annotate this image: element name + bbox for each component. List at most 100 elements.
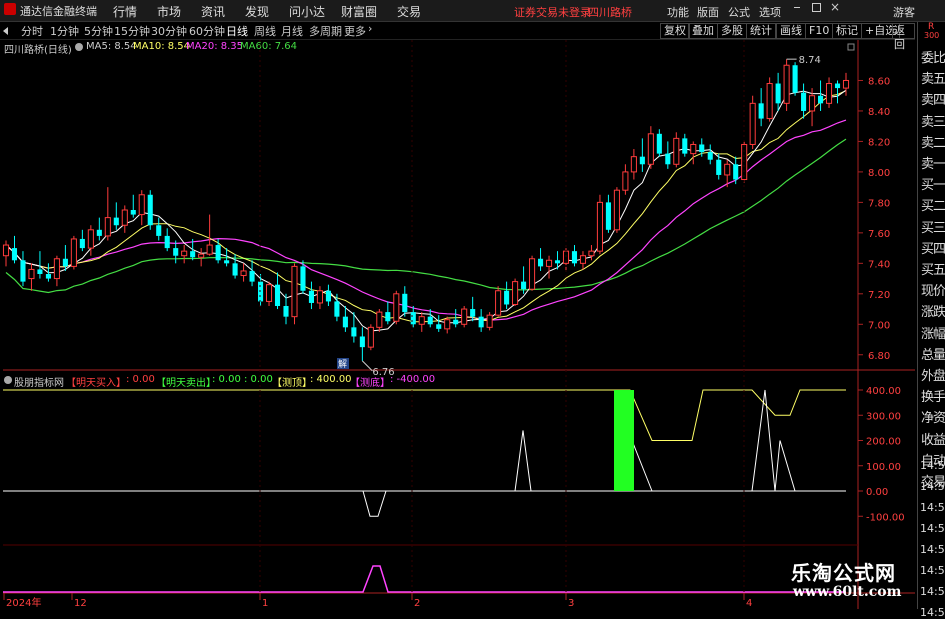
price-tick-label: 7.60 <box>868 229 890 240</box>
candle-body <box>444 319 451 330</box>
candle-body <box>147 194 153 226</box>
candle-body <box>521 281 527 290</box>
side-panel-item: 涨跌 <box>921 305 945 321</box>
candle-body <box>842 79 850 89</box>
time-axis-label: 2 <box>414 598 420 609</box>
time-axis-label: 1 <box>262 598 268 609</box>
side-panel-time: 14:56 <box>920 585 945 598</box>
side-panel-item: 买二 <box>921 199 945 215</box>
candle-body <box>588 250 595 257</box>
candle-body <box>418 316 425 325</box>
candle-body <box>639 156 645 165</box>
candle-body <box>240 270 247 277</box>
candle-body <box>470 309 476 317</box>
candle-body <box>308 290 314 303</box>
candle-body <box>376 311 383 328</box>
side-panel-time: 14:56 <box>920 522 945 535</box>
candle-body <box>113 217 119 226</box>
indicator-tick-label: 200.00 <box>866 437 901 448</box>
candle-body <box>316 290 323 304</box>
candle-body <box>2 244 10 257</box>
indicator-tick-label: 300.00 <box>866 411 901 422</box>
candle-body <box>173 248 179 256</box>
candle-body <box>300 266 306 291</box>
candle-body <box>733 164 739 180</box>
indicator-tick-label: 0.00 <box>866 487 888 498</box>
side-panel-time: 14:56 <box>920 564 945 577</box>
candle-body <box>274 284 281 306</box>
price-tick-label: 8.00 <box>868 168 890 179</box>
kline-chart-canvas[interactable]: 8.60 8.40 8.20 8.00 7.80 7.60 7.40 7.20 7.00 6.80… <box>0 0 917 609</box>
candle-body <box>596 201 603 252</box>
time-axis-label: 12 <box>74 598 87 609</box>
candle-body <box>690 143 697 155</box>
candle-body <box>571 251 578 264</box>
price-tick-label: 6.80 <box>868 351 890 362</box>
candle-body <box>206 244 213 255</box>
candle-body <box>291 265 298 318</box>
candle-body <box>402 293 408 313</box>
side-panel-item: 卖四 <box>921 93 945 109</box>
side-panel-time: 14:56 <box>920 459 945 472</box>
time-axis-label: 2024年 <box>6 596 41 609</box>
candle-body <box>478 316 484 328</box>
low-marker-line <box>362 360 373 372</box>
candle-body <box>461 308 468 325</box>
candle-body <box>181 250 188 257</box>
chart-corner-icon <box>847 43 855 51</box>
candle-body <box>792 65 798 93</box>
candle-body <box>554 260 561 264</box>
candle-body <box>190 251 196 258</box>
candle-body <box>453 319 459 325</box>
indicator-sell-bar <box>614 390 634 491</box>
side-panel-item: 换手 <box>921 390 945 406</box>
side-panel-time: 14:56 <box>920 501 945 514</box>
candle-body <box>70 238 77 267</box>
candle-body <box>818 95 824 104</box>
candle-body <box>622 171 629 191</box>
candle-body <box>673 137 680 165</box>
side-panel-item: 卖五 <box>921 72 945 88</box>
time-axis-label: 4 <box>746 598 752 609</box>
side-panel-time: 14:56 <box>920 543 945 556</box>
side-panel-item: 卖二 <box>921 135 945 151</box>
candle-body <box>665 153 671 165</box>
indicator-top-line <box>3 389 846 441</box>
candle-body <box>198 253 205 258</box>
candle-body <box>130 210 136 215</box>
candle-body <box>28 268 35 280</box>
candle-body <box>249 270 255 282</box>
candle-body <box>359 336 365 348</box>
candle-body <box>156 225 162 236</box>
candle-body <box>825 83 833 104</box>
candle-body <box>834 83 841 89</box>
price-tick-label: 8.40 <box>868 107 890 118</box>
candle-body <box>37 269 43 274</box>
candle-body <box>656 133 662 154</box>
indicator-tick-label: -100.00 <box>866 512 905 523</box>
candle-body <box>258 281 264 302</box>
candle-body <box>775 83 781 104</box>
candle-body <box>53 258 60 280</box>
candle-body <box>809 95 816 112</box>
candle-body <box>224 260 230 264</box>
candle-body <box>707 152 713 160</box>
side-panel-item: 涨幅 <box>921 326 945 342</box>
candle-body <box>766 83 773 120</box>
ma10-line <box>5 90 847 323</box>
side-panel-item: 买四 <box>921 241 945 257</box>
candle-body <box>605 202 611 230</box>
price-tick-label: 7.00 <box>868 320 890 331</box>
indicator-dip <box>362 490 387 517</box>
candle-body <box>486 314 493 328</box>
side-panel-time: 14:5 <box>920 606 945 619</box>
candle-body <box>512 281 519 305</box>
candle-body <box>232 263 238 276</box>
price-tick-label: 8.20 <box>868 137 890 148</box>
side-panel-item: 买三 <box>921 220 945 236</box>
candle-body <box>325 290 331 302</box>
candle-body <box>538 258 544 267</box>
candle-body <box>265 284 273 302</box>
candle-body <box>62 258 68 267</box>
candle-body <box>758 103 764 119</box>
